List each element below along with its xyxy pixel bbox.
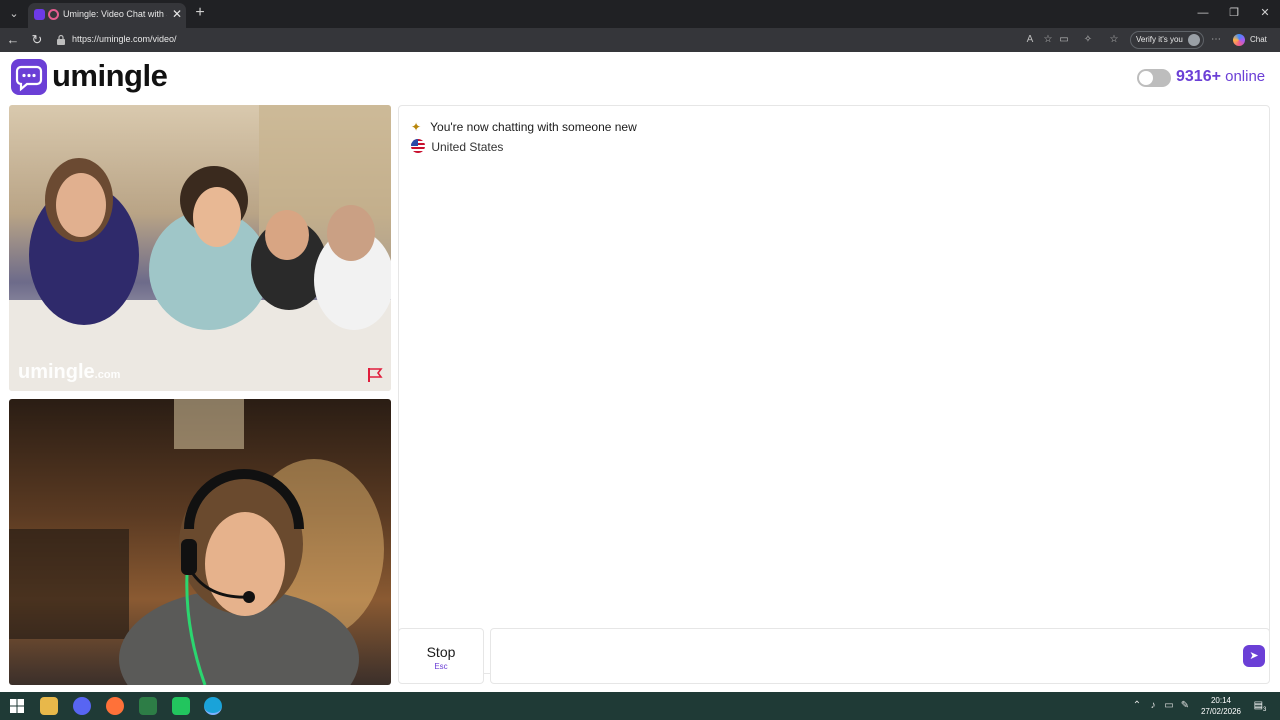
umingle-page: umingle 9316+ online umingle.com ✦ You'r… <box>0 52 1280 692</box>
reload-icon[interactable]: ↻ <box>28 31 46 49</box>
site-info-icon[interactable] <box>56 34 66 46</box>
country-name: United States <box>431 140 504 154</box>
sparkle-icon: ✦ <box>411 120 422 134</box>
clock-time: 20:14 <box>1210 696 1232 705</box>
message-box: ➤ <box>490 628 1270 684</box>
clock-date: 27/02/2026 <box>1200 707 1242 716</box>
address-bar[interactable]: https://umingle.com/video/ <box>50 30 1120 50</box>
pen-icon[interactable]: ✎ <box>1178 699 1192 713</box>
chat-panel: ✦ You're now chatting with someone new U… <box>398 105 1270 674</box>
close-window-button[interactable]: ✕ <box>1250 4 1280 22</box>
split-screen-icon[interactable]: ▭ <box>1056 32 1072 48</box>
copilot-label: Chat <box>1250 35 1267 44</box>
copilot-icon <box>1233 34 1245 46</box>
discord-icon[interactable] <box>73 697 91 715</box>
file-explorer-icon[interactable] <box>40 697 58 715</box>
back-arrow-icon[interactable]: ← <box>4 31 22 49</box>
extension-favicon-icon <box>34 9 45 20</box>
stop-label: Stop <box>426 644 456 660</box>
profile-verify-button[interactable]: Verify it's you <box>1130 31 1204 49</box>
browser-tab-umingle[interactable]: Umingle: Video Chat with Str ✕ <box>28 3 186 28</box>
maximize-button[interactable]: ❐ <box>1219 4 1249 22</box>
windows-start-icon[interactable] <box>8 697 26 715</box>
taskbar-clock[interactable]: 20:14 27/02/2026 <box>1196 695 1246 717</box>
stranger-video-frame <box>9 105 391 391</box>
favorite-star-icon[interactable]: ☆ <box>1040 32 1056 48</box>
stranger-country: United States <box>411 139 503 155</box>
chat-status-text: You're now chatting with someone new <box>430 120 637 134</box>
more-menu-icon[interactable]: ⋯ <box>1208 32 1224 48</box>
theme-toggle[interactable] <box>1137 69 1171 87</box>
url-text[interactable]: https://umingle.com/video/ <box>72 34 177 44</box>
firefox-icon[interactable] <box>106 697 124 715</box>
watermark-tld: .com <box>94 369 121 381</box>
stop-shortcut-hint: Esc <box>434 662 448 671</box>
stranger-video: umingle.com <box>9 105 391 391</box>
umingle-favicon-icon <box>48 9 59 20</box>
report-flag-icon[interactable] <box>367 367 385 383</box>
self-video <box>9 399 391 685</box>
online-counter: 9316+ online <box>1176 68 1265 86</box>
us-flag-icon <box>411 139 425 153</box>
edge-browser-icon[interactable] <box>204 697 222 715</box>
browser-toolbar: ← ↻ https://umingle.com/video/ A ☆ ▭ ✧ ☆… <box>0 28 1280 52</box>
profile-avatar <box>1188 34 1200 46</box>
notification-count: 3 <box>1263 707 1267 713</box>
umingle-watermark: umingle.com <box>18 361 120 384</box>
new-tab-button[interactable]: + <box>192 4 208 22</box>
tab-list-chevron-icon[interactable]: ⌄ <box>6 6 22 22</box>
network-icon[interactable]: ▭ <box>1162 699 1176 713</box>
spreadsheet-app-icon[interactable] <box>139 697 157 715</box>
online-label: online <box>1225 68 1266 85</box>
tab-title: Umingle: Video Chat with Str <box>63 9 167 19</box>
windows-taskbar: ⌃ ♪ ▭ ✎ 20:14 27/02/2026 ▤3 <box>0 692 1280 720</box>
copilot-chat-button[interactable]: Chat <box>1230 31 1276 49</box>
verify-label: Verify it's you <box>1136 35 1183 44</box>
favorites-icon[interactable]: ☆ <box>1106 32 1122 48</box>
notification-icon[interactable]: ▤3 <box>1252 698 1268 714</box>
read-aloud-icon[interactable]: A <box>1022 32 1038 48</box>
browser-tab-bar: ⌄ Umingle: Video Chat with Str ✕ + — ❐ ✕ <box>0 0 1280 28</box>
media-app-icon[interactable] <box>172 697 190 715</box>
extensions-icon[interactable]: ✧ <box>1080 32 1096 48</box>
tray-chevron-icon[interactable]: ⌃ <box>1130 699 1144 713</box>
volume-icon[interactable]: ♪ <box>1146 699 1160 713</box>
umingle-logo-icon[interactable] <box>11 59 47 95</box>
chat-status-message: ✦ You're now chatting with someone new <box>411 120 637 136</box>
tab-close-icon[interactable]: ✕ <box>171 7 183 21</box>
self-video-frame <box>9 399 384 685</box>
message-input[interactable] <box>499 637 1229 675</box>
watermark-main: umingle <box>18 361 95 383</box>
brand-name[interactable]: umingle <box>52 58 168 94</box>
toggle-knob <box>1139 71 1153 85</box>
send-icon[interactable]: ➤ <box>1243 645 1265 667</box>
online-count: 9316+ <box>1176 68 1221 85</box>
minimize-button[interactable]: — <box>1188 4 1218 22</box>
stop-button[interactable]: Stop Esc <box>398 628 484 684</box>
